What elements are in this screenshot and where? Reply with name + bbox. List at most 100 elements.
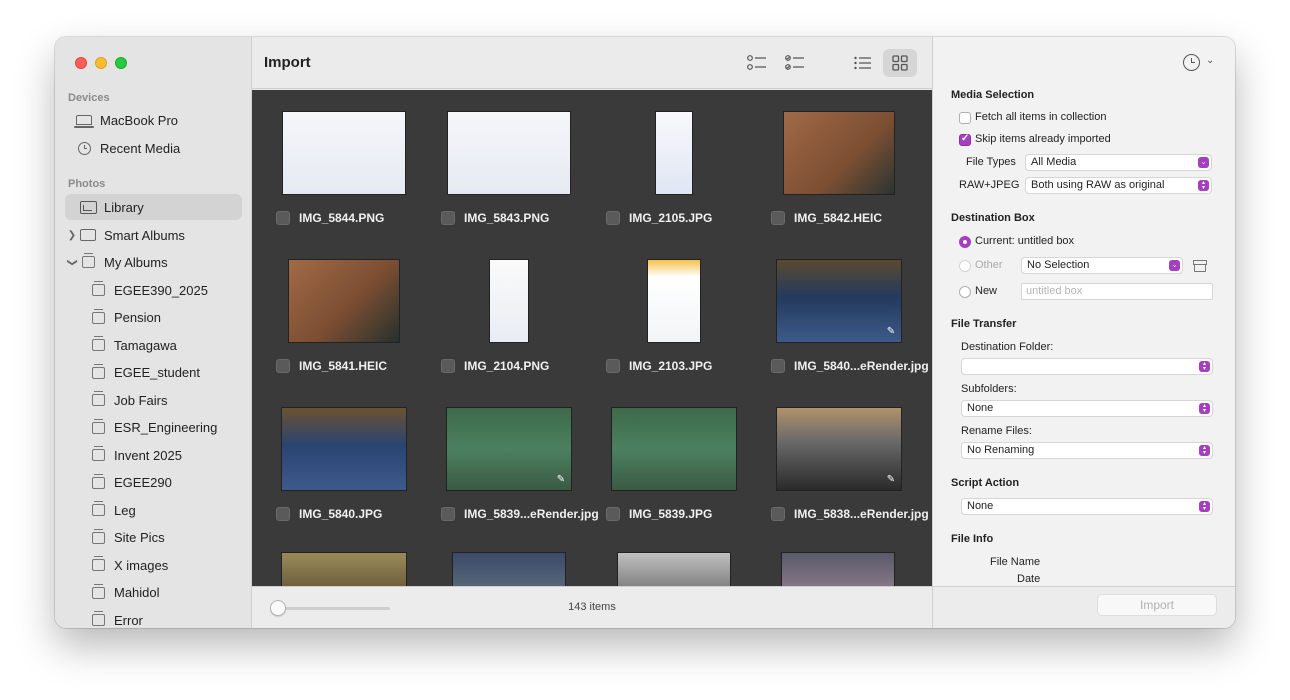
- media-selection-heading: Media Selection: [951, 89, 1035, 101]
- disclosure-down-icon[interactable]: ❯: [67, 257, 78, 267]
- current-box-radio[interactable]: [959, 236, 971, 248]
- thumbnail-item[interactable]: IMG_5844.PNG: [262, 102, 426, 250]
- album-icon: [89, 528, 107, 545]
- thumbnail-frame: ✎: [427, 398, 591, 500]
- thumbnail-frame: ✎: [757, 250, 921, 352]
- thumbnail-image[interactable]: [781, 552, 895, 586]
- select-none-button[interactable]: [740, 49, 774, 77]
- new-box-radio[interactable]: [959, 286, 971, 298]
- thumbnail-select-checkbox[interactable]: [276, 507, 290, 521]
- thumbnail-image[interactable]: [281, 552, 407, 586]
- sidebar-item-album[interactable]: Tamagawa: [89, 332, 242, 358]
- thumbnail-item[interactable]: ✎ IMG_5838...eRender.jpg: [757, 398, 929, 546]
- rename-files-select[interactable]: No Renaming ▴ ▾: [961, 442, 1213, 459]
- select-all-button[interactable]: [778, 49, 812, 77]
- thumbnail-item[interactable]: IMG_5843.PNG: [427, 102, 591, 250]
- raw-jpeg-value: Both using RAW as original: [1031, 179, 1165, 191]
- thumbnail-image[interactable]: [783, 111, 895, 195]
- sidebar-item-album[interactable]: ESR_Engineering: [89, 415, 242, 441]
- thumbnail-select-checkbox[interactable]: [606, 507, 620, 521]
- skip-imported-checkbox[interactable]: [959, 133, 971, 146]
- other-box-select[interactable]: No Selection ⌄: [1021, 257, 1183, 274]
- album-icon: [89, 418, 107, 435]
- destination-folder-label: Destination Folder:: [961, 341, 1054, 353]
- thumbnail-image[interactable]: [447, 111, 571, 195]
- sidebar-item-recent-media[interactable]: Recent Media: [75, 135, 252, 161]
- grid-view-button[interactable]: [883, 49, 917, 77]
- thumbnail-image[interactable]: ✎: [446, 407, 572, 491]
- thumbnail-image[interactable]: [281, 407, 407, 491]
- import-button[interactable]: Import: [1097, 594, 1217, 616]
- thumbnail-select-checkbox[interactable]: [771, 211, 785, 225]
- album-icon: [89, 281, 107, 297]
- file-transfer-heading: File Transfer: [951, 318, 1017, 330]
- chevron-down-icon[interactable]: ⌄: [1206, 55, 1214, 66]
- sidebar-item-smart-albums[interactable]: ❯ Smart Albums: [67, 222, 244, 248]
- close-window-button[interactable]: [75, 57, 87, 69]
- sidebar-item-label: Recent Media: [100, 140, 181, 156]
- sidebar-item-album[interactable]: Mahidol: [89, 580, 242, 606]
- thumbnail-item[interactable]: IMG_5839.JPG: [592, 398, 756, 546]
- thumbnail-select-checkbox[interactable]: [276, 359, 290, 373]
- thumbnail-item[interactable]: IMG_5841.HEIC: [262, 250, 426, 398]
- thumbnail-select-checkbox[interactable]: [771, 359, 785, 373]
- thumbnail-select-checkbox[interactable]: [441, 359, 455, 373]
- thumbnail-item[interactable]: IMG_2105.JPG: [592, 102, 756, 250]
- sidebar-item-album[interactable]: EGEE390_2025: [89, 277, 242, 303]
- sidebar-item-album[interactable]: Job Fairs: [89, 387, 242, 413]
- thumbnail-caption: IMG_5843.PNG: [441, 211, 549, 225]
- sidebar-item-album[interactable]: Pension: [89, 305, 242, 331]
- destination-folder-select[interactable]: ▴ ▾: [961, 358, 1213, 375]
- album-icon: [89, 308, 107, 325]
- list-view-button[interactable]: [846, 49, 880, 77]
- sidebar-item-library[interactable]: Library: [65, 194, 242, 220]
- thumbnail-grid[interactable]: IMG_5844.PNG IMG_5843.PNG IMG_2105.JPG IMG_…: [252, 90, 932, 586]
- thumbnail-image[interactable]: [617, 552, 731, 586]
- sidebar-item-album[interactable]: Leg: [89, 497, 242, 523]
- sidebar-item-album[interactable]: Invent 2025: [89, 442, 242, 468]
- sidebar-item-album[interactable]: Error: [89, 607, 242, 628]
- sidebar-item-macbook-pro[interactable]: MacBook Pro: [74, 107, 252, 133]
- thumbnail-select-checkbox[interactable]: [441, 507, 455, 521]
- thumbnail-item[interactable]: ✎ IMG_5840...eRender.jpg: [757, 250, 929, 398]
- raw-jpeg-select[interactable]: Both using RAW as original ▴ ▾: [1025, 177, 1212, 194]
- thumbnail-item[interactable]: IMG_2103.JPG: [592, 250, 756, 398]
- thumbnail-select-checkbox[interactable]: [441, 211, 455, 225]
- sidebar-item-album[interactable]: X images: [89, 552, 242, 578]
- thumbnail-image[interactable]: [647, 259, 701, 343]
- sidebar-item-my-albums[interactable]: ❯ My Albums: [67, 249, 244, 275]
- thumbnail-item[interactable]: IMG_5840.JPG: [262, 398, 426, 546]
- subfolders-select[interactable]: None ▴ ▾: [961, 400, 1213, 417]
- disclosure-right-icon[interactable]: ❯: [67, 230, 77, 241]
- thumbnail-select-checkbox[interactable]: [606, 359, 620, 373]
- thumbnail-image[interactable]: [611, 407, 737, 491]
- thumbnail-image[interactable]: [452, 552, 566, 586]
- thumbnail-image[interactable]: ✎: [776, 407, 902, 491]
- file-types-select[interactable]: All Media ⌄: [1025, 154, 1212, 171]
- minimize-window-button[interactable]: [95, 57, 107, 69]
- thumbnail-image[interactable]: [655, 111, 693, 195]
- thumbnail-image[interactable]: [288, 259, 400, 343]
- sidebar-item-album[interactable]: EGEE_student: [89, 360, 242, 386]
- new-box-name-input[interactable]: untitled box: [1021, 283, 1213, 300]
- thumbnail-image[interactable]: [489, 259, 529, 343]
- zoom-window-button[interactable]: [115, 57, 127, 69]
- thumbnail-select-checkbox[interactable]: [771, 507, 785, 521]
- fetch-all-checkbox[interactable]: [959, 112, 971, 124]
- sidebar-item-album[interactable]: Site Pics: [89, 525, 242, 551]
- sidebar-item-album[interactable]: EGEE290: [89, 470, 242, 496]
- thumbnail-select-checkbox[interactable]: [606, 211, 620, 225]
- thumbnail-item[interactable]: ✎ IMG_5839...eRender.jpg: [427, 398, 599, 546]
- thumbnail-item[interactable]: IMG_2104.PNG: [427, 250, 591, 398]
- thumbnail-select-checkbox[interactable]: [276, 211, 290, 225]
- other-box-radio[interactable]: [959, 260, 971, 272]
- sidebar-item-label: EGEE290: [114, 475, 172, 490]
- thumbnail-image[interactable]: ✎: [776, 259, 902, 343]
- thumbnail-image[interactable]: [282, 111, 406, 195]
- album-icon: [89, 583, 107, 600]
- script-action-select[interactable]: None ▴ ▾: [961, 498, 1213, 515]
- history-icon[interactable]: [1183, 54, 1200, 71]
- archive-box-icon[interactable]: [1193, 260, 1207, 272]
- sidebar-item-label: EGEE_student: [114, 365, 200, 380]
- thumbnail-item[interactable]: IMG_5842.HEIC: [757, 102, 921, 250]
